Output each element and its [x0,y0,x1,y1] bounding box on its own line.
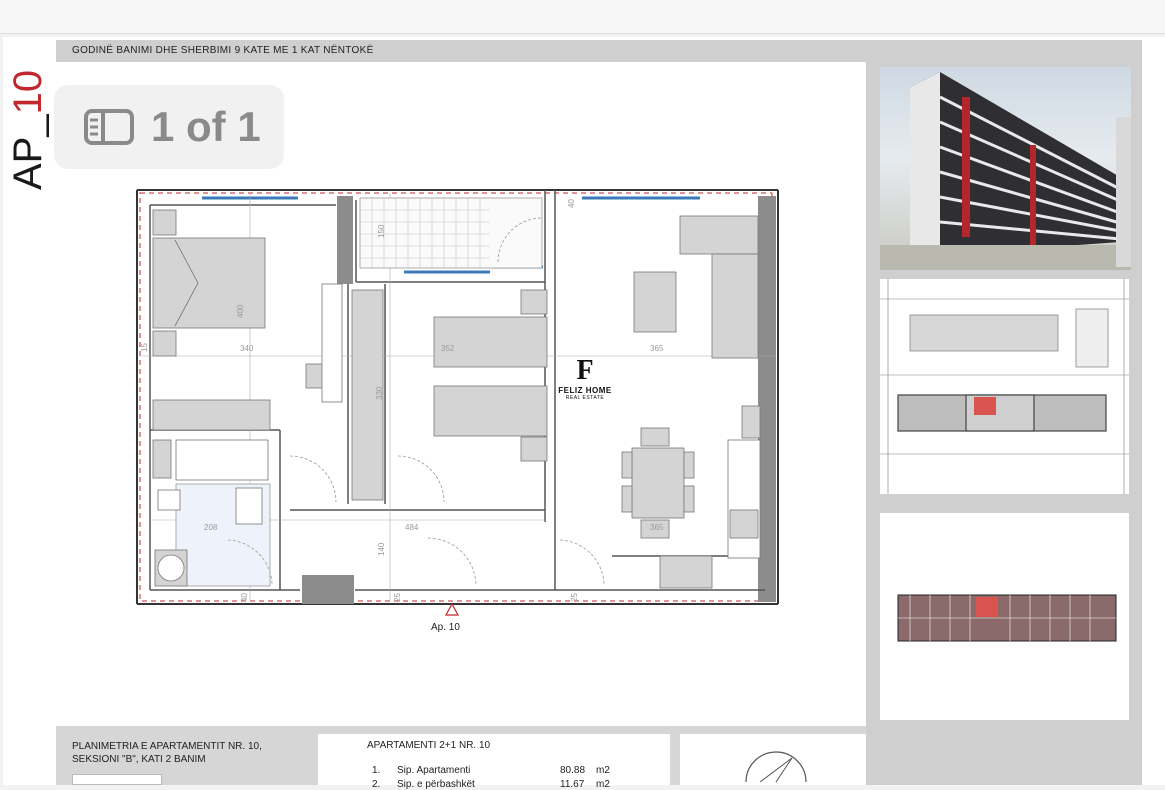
dim-bedroom1-width: 340 [240,344,254,353]
plan-caption-line-2: SEKSIONI "B", KATI 2 BANIM [72,754,206,765]
dim-balcony: 150 [377,224,386,238]
area-row-1-num: 1. [372,765,381,776]
area-table-title: APARTAMENTI 2+1 NR. 10 [367,740,491,751]
dim-bath-width: 208 [204,523,218,532]
logo-mark-icon: F [576,355,594,386]
area-row-1-unit: m2 [596,765,610,776]
watermark-logo: F FELIZ HOME REAL ESTATE [548,356,622,412]
column-wall [337,196,353,284]
legend-thumbnail [72,774,162,785]
page-counter-text: 1 of 1 [151,103,261,150]
dim-bedroom2-width: 352 [441,344,455,353]
dim-wall-d: 15 [140,343,149,352]
area-row-1-value: 80.88 [560,765,586,776]
logo-brand: FELIZ HOME [558,386,612,395]
bathroom [152,439,271,587]
door-swings [227,455,605,587]
building-render-drawing [880,72,1131,270]
bedroom-1-furniture [152,209,343,431]
page-counter-overlay[interactable]: 1 of 1 [54,85,284,169]
dim-bedroom1-depth: 400 [236,304,245,318]
dim-living-width: 365 [650,344,664,353]
north-arrow-icon [745,751,807,783]
dim-wall-b: 25 [570,593,579,602]
sidebar-panel-icon [84,109,134,145]
floor-key-plan-image [880,513,1129,720]
dim-hall-depth: 140 [377,542,386,556]
dim-corridor: 484 [405,523,419,532]
plan-caption: PLANIMETRIA E APARTAMENTIT NR. 10, SEKSI… [72,740,262,766]
dim-wall-c: 40 [240,593,249,602]
dim-living-lower: 365 [650,523,664,532]
site-plan-image [880,279,1129,494]
east-wall [758,196,776,602]
building-render-image [880,67,1131,270]
plan-caption-line-1: PLANIMETRIA E APARTAMENTIT NR. 10, [72,741,262,752]
floor-key-plan-drawing [897,594,1117,642]
dim-wall-e: 40 [567,199,576,208]
dim-wall-a: 25 [393,593,402,602]
compass-box [680,734,866,785]
entrance-marker [444,602,460,616]
logo-tagline: REAL ESTATE [565,395,605,401]
living-room-furniture [621,215,761,589]
site-plan-drawing [880,279,1129,494]
dim-closet: 330 [375,386,384,400]
apartment-caption: Ap. 10 [431,622,460,633]
balcony [359,197,543,269]
area-row-1-label: Sip. Apartamenti [397,765,471,776]
shaft [302,575,354,604]
